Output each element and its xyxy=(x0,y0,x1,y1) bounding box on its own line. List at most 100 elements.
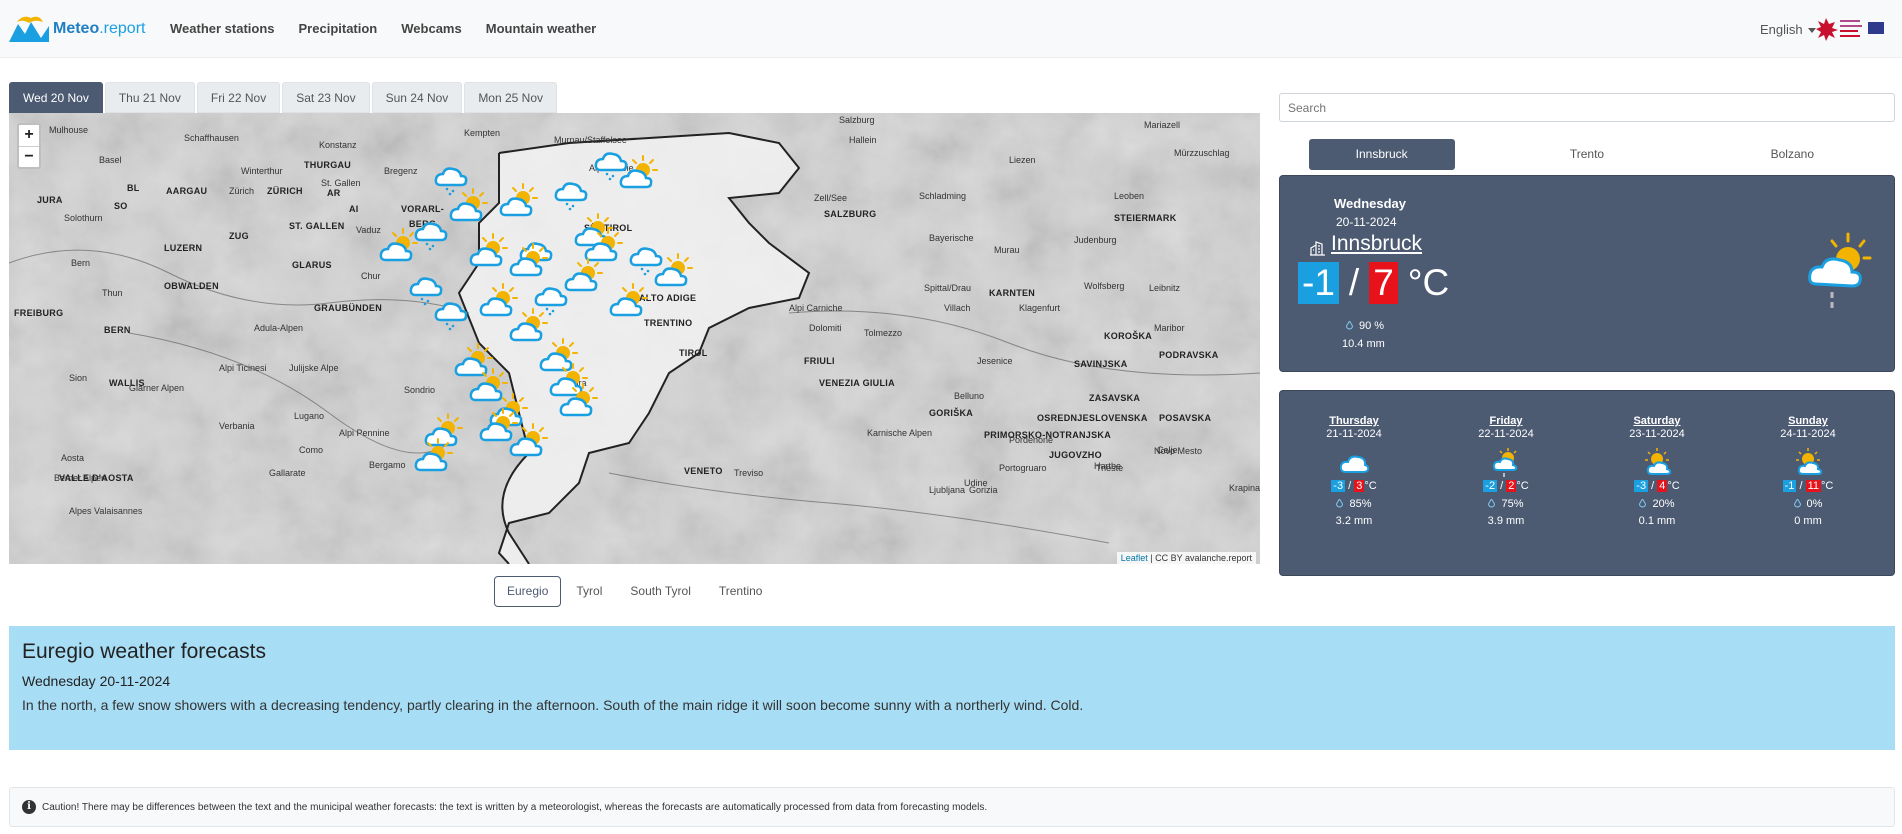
today-temperatures: -1 / 7 °C xyxy=(1298,262,1449,304)
navbar: Meteo.report Weather stations Precipitat… xyxy=(0,0,1902,58)
map-label: Ljubljana xyxy=(929,485,966,495)
droplet-icon xyxy=(1793,499,1801,508)
station-tab-innsbruck[interactable]: Innsbruck xyxy=(1308,139,1455,170)
tab-day-3[interactable]: Sat 23 Nov xyxy=(282,82,370,113)
today-weekday: Wednesday xyxy=(1334,196,1407,211)
tab-day-0[interactable]: Wed 20 Nov xyxy=(9,82,103,113)
map-label: Glarner Alpen xyxy=(129,383,185,393)
map-label: Salzburg xyxy=(839,115,875,125)
forecast-tmin: -3 xyxy=(1331,480,1346,492)
map-label: Villach xyxy=(944,303,971,313)
forecast-precipitation: 3.9 mm xyxy=(1487,515,1525,527)
nav-mountain-weather[interactable]: Mountain weather xyxy=(486,21,597,36)
brand-name-rest: .report xyxy=(99,20,146,37)
map-label: KARNTEN xyxy=(989,288,1036,298)
map-label: FREIBURG xyxy=(14,308,64,318)
search-input[interactable] xyxy=(1279,93,1895,122)
forecast-temps: -3 / 3 °C xyxy=(1331,480,1377,492)
map-label: JUGOVZHO xyxy=(1049,450,1102,460)
forecast-humidity: 20% xyxy=(1587,498,1727,510)
map-label: Verbania xyxy=(219,421,255,431)
day-tabs: Wed 20 Nov Thu 21 Nov Fri 22 Nov Sat 23 … xyxy=(9,82,559,113)
map-label: BL xyxy=(127,183,140,193)
euregio-logo xyxy=(1816,18,1884,41)
map-label: Julijske Alpe xyxy=(289,363,339,373)
map-label: Schladming xyxy=(919,191,967,201)
map-label: Jesenice xyxy=(977,356,1013,366)
forecast-temp-unit: °C xyxy=(1364,480,1377,492)
zoom-out-button[interactable]: − xyxy=(19,146,39,167)
region-tab-south-tyrol[interactable]: South Tyrol xyxy=(617,576,703,607)
forecast-weekday-link[interactable]: Thursday xyxy=(1284,415,1424,427)
today-tmin: -1 xyxy=(1298,262,1339,304)
forecast-tmax: 3 xyxy=(1354,480,1365,492)
map-label: ZUG xyxy=(229,231,249,241)
caret-down-icon xyxy=(1807,28,1816,34)
station-tab-bolzano[interactable]: Bolzano xyxy=(1719,139,1865,170)
map-label: Alpes Valaisannes xyxy=(69,506,143,516)
tab-day-5[interactable]: Mon 25 Nov xyxy=(464,82,558,113)
region-tab-tyrol[interactable]: Tyrol xyxy=(563,576,615,607)
map-label: Belluno xyxy=(954,391,985,401)
today-forecast-card: Wednesday 20-11-2024 Innsbruck -1 / 7 °C… xyxy=(1279,175,1895,372)
main-menu: Weather stations Precipitation Webcams M… xyxy=(170,21,620,36)
nav-weather-stations[interactable]: Weather stations xyxy=(170,21,275,36)
forecast-date: 22-11-2024 xyxy=(1478,428,1534,440)
forecast-humidity: 85% xyxy=(1284,498,1424,510)
map-label: GRAUBÜNDEN xyxy=(314,303,382,313)
map-label: AI xyxy=(349,204,359,214)
droplet-icon xyxy=(1336,499,1344,508)
map-label: Karnische Alpen xyxy=(867,428,933,438)
forecast-precipitation: 0.1 mm xyxy=(1638,515,1676,527)
map-label: ZÜRICH xyxy=(267,186,303,196)
today-city-link[interactable]: Innsbruck xyxy=(1331,232,1422,256)
nav-webcams[interactable]: Webcams xyxy=(401,21,461,36)
tab-day-4[interactable]: Sun 24 Nov xyxy=(371,82,463,113)
forecast-tmin: -3 xyxy=(1634,480,1649,492)
city-buildings-icon xyxy=(1310,241,1325,256)
map-label: Adula-Alpen xyxy=(254,323,304,333)
text-forecast-panel: Euregio weather forecasts Wednesday 20-1… xyxy=(9,626,1895,750)
partly-cloudy-rain-icon xyxy=(1808,232,1872,308)
map-label: Murau xyxy=(994,245,1020,255)
caution-notice: i Caution! There may be differences betw… xyxy=(9,787,1895,827)
sun-cloud-icon xyxy=(1642,448,1672,478)
forecast-temps: -1 / 11 °C xyxy=(1782,480,1834,492)
brand[interactable]: Meteo.report xyxy=(9,14,145,44)
zoom-control: + − xyxy=(17,123,41,169)
weather-map[interactable]: + − Mulhouse Basel Schaffhausen Konstanz Kem… xyxy=(9,113,1260,564)
language-dropdown[interactable]: English xyxy=(1760,22,1816,37)
map-label: Mariazell xyxy=(1144,120,1181,130)
caution-text: Caution! There may be differences betwee… xyxy=(42,801,988,813)
map-attribution: Leaflet | CC BY avalanche.report xyxy=(1116,552,1256,564)
map-label: TIROL xyxy=(679,348,708,358)
region-tab-euregio[interactable]: Euregio xyxy=(494,576,562,607)
map-label: Spittal/Drau xyxy=(924,283,972,293)
tab-day-2[interactable]: Fri 22 Nov xyxy=(196,82,281,113)
region-tab-trentino[interactable]: Trentino xyxy=(706,576,776,607)
leaflet-link[interactable]: Leaflet xyxy=(1121,553,1148,563)
map-label: SO xyxy=(114,201,128,211)
droplet-icon xyxy=(1488,499,1496,508)
forecast-weekday-link[interactable]: Saturday xyxy=(1587,415,1727,427)
map-label: BERN xyxy=(104,325,131,335)
map-label: Lugano xyxy=(294,411,325,421)
map-label: JURA xyxy=(37,195,63,205)
forecast-tmax: 2 xyxy=(1506,480,1517,492)
map-label: Alpi Ticinesi xyxy=(219,363,267,373)
zoom-in-button[interactable]: + xyxy=(19,125,39,146)
temp-unit: °C xyxy=(1407,262,1450,303)
forecast-weekday-link[interactable]: Friday xyxy=(1436,415,1576,427)
forecast-weekday-link[interactable]: Sunday xyxy=(1738,415,1878,427)
tab-day-1[interactable]: Thu 21 Nov xyxy=(104,82,195,113)
map-label: GORIŠKA xyxy=(929,408,974,418)
map-label: Alpi Carniche xyxy=(789,303,843,313)
map-label: Bayerische xyxy=(929,233,974,243)
nav-precipitation[interactable]: Precipitation xyxy=(299,21,378,36)
map-label: Solothurn xyxy=(64,213,103,223)
map-label: SAVINJSKA xyxy=(1074,359,1128,369)
station-tabs: Innsbruck Trento Bolzano xyxy=(1279,139,1895,170)
station-tab-trento[interactable]: Trento xyxy=(1514,139,1660,170)
map-label: VENETO xyxy=(684,466,723,476)
map-label: Klagenfurt xyxy=(1019,303,1061,313)
